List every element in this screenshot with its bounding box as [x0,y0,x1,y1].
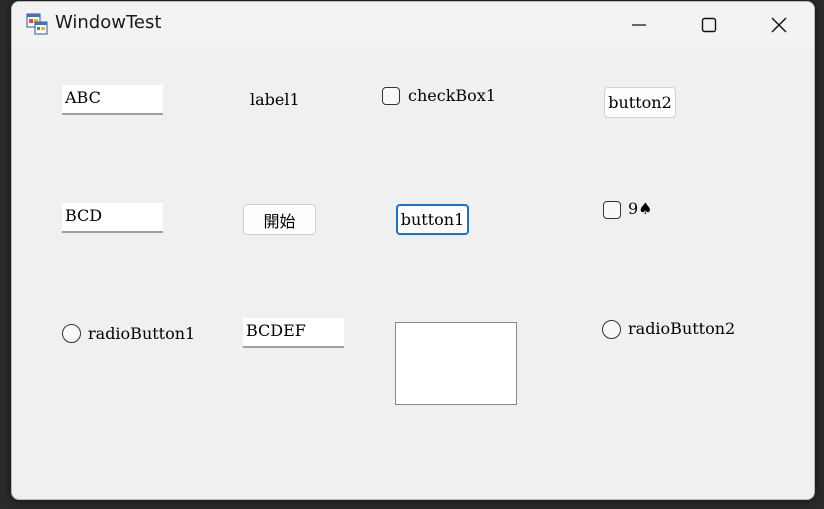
window-title: WindowTest [55,12,162,33]
radio-button1-label[interactable]: radioButton1 [88,324,195,343]
checkbox-9-spade-label[interactable]: 9♠ [628,199,653,218]
minimize-button[interactable] [604,2,674,48]
label1: label1 [250,90,300,109]
start-button[interactable]: 開始 [243,204,316,235]
close-icon [771,17,787,33]
radio-button1-circle[interactable] [62,324,81,343]
radio-button2-circle[interactable] [602,320,621,339]
close-button[interactable] [744,2,814,48]
minimize-icon [632,24,646,26]
textbox-abc[interactable]: ABC [62,85,163,115]
button2[interactable]: button2 [604,87,676,118]
blank-panel [395,322,517,405]
checkbox1-label[interactable]: checkBox1 [408,86,496,105]
maximize-icon [701,17,717,33]
checkbox1-box[interactable] [382,87,400,105]
maximize-button[interactable] [674,2,744,48]
main-window: WindowTest ABC label1 checkBox1 button2 … [11,1,815,500]
textbox-bcdef[interactable]: BCDEF [243,318,344,348]
windows-form-app-icon [26,13,48,35]
title-bar[interactable]: WindowTest [12,2,814,48]
radio-button2-label[interactable]: radioButton2 [628,319,735,338]
checkbox-9-spade-box[interactable] [603,201,621,219]
button1[interactable]: button1 [396,204,469,235]
textbox-bcd[interactable]: BCD [62,203,163,233]
